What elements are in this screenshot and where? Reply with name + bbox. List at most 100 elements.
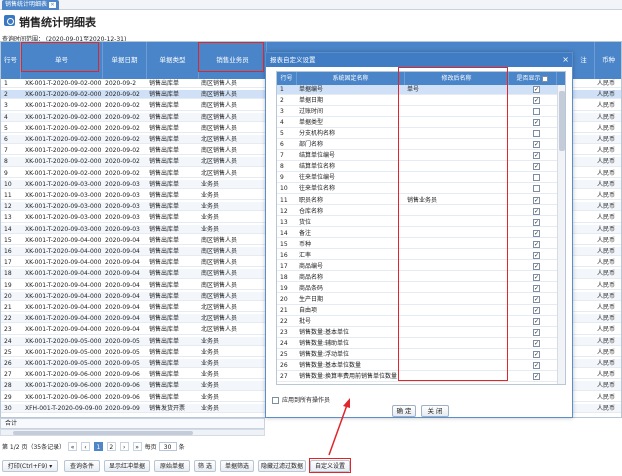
show-checkbox[interactable]: ✓ [533,152,540,160]
show-checkbox[interactable]: ✓ [533,340,540,348]
page-size-input[interactable]: 30 [158,442,177,451]
table-cell-bill-no: XK-001-T-2020-09-06-000 [25,382,102,390]
table-cell-row: 23 [4,326,12,334]
show-checkbox[interactable]: ✓ [533,362,540,370]
table-cell-row: 28 [4,382,12,390]
settings-row-number: 19 [280,284,288,292]
col-currency[interactable]: 币种 [595,42,621,79]
table-cell-row: 11 [4,192,12,199]
table-cell-type: 销售出库单 [149,124,180,132]
bill-filter-button[interactable]: 单据筛选 [220,460,254,472]
show-checkbox[interactable] [533,185,540,193]
show-checkbox[interactable]: ✓ [533,351,540,359]
show-checkbox[interactable]: ✓ [533,273,540,281]
scrollbar-thumb[interactable] [13,431,193,435]
show-checkbox[interactable]: ✓ [533,262,540,270]
show-checkbox[interactable]: ✓ [533,218,540,226]
table-cell-date: 2020-09-05 [105,360,140,367]
table-cell-currency: 人民币 [597,315,616,323]
print-button[interactable]: 打印(Ctrl+F9) ▾ [2,460,58,472]
table-cell-currency: 人民币 [597,236,616,244]
next-page-button[interactable]: › [119,442,129,451]
hide-filtered-button[interactable]: 隐藏过滤过数据 [258,460,306,472]
table-cell-date: 2020-09-04 [105,236,140,244]
table-cell-row: 19 [4,281,12,289]
table-cell-staff: 北区销售人员 [201,315,238,323]
show-checkbox[interactable] [533,174,540,182]
tab-sales-detail[interactable]: 销售统计明细表 ✕ [2,0,60,10]
query-conditions-button[interactable]: 查询条件 [64,460,100,472]
highlight-box [398,67,508,381]
show-checkbox[interactable]: ✓ [533,240,540,248]
settings-row-number: 5 [280,130,284,138]
table-cell-row: 25 [4,348,12,356]
show-checkbox[interactable]: ✓ [533,97,540,105]
show-checkbox[interactable]: ✓ [533,251,540,259]
show-checkbox[interactable]: ✓ [533,229,540,237]
table-cell-staff: 业务员 [201,348,220,356]
page-1-button[interactable]: 1 [93,442,103,451]
horizontal-scrollbar[interactable] [0,429,265,436]
table-cell-bill-no: XK-001-T-2020-09-02-000 [25,113,102,121]
scrollbar-thumb[interactable] [559,91,565,151]
table-cell-staff: 南区销售人员 [201,91,238,99]
table-cell-row: 8 [4,158,8,166]
apply-all-operators[interactable]: 应用到所有操作员 [272,395,330,404]
page-2-button[interactable]: 2 [106,442,116,451]
table-cell-bill-no: XK-001-T-2020-09-03-000 [25,203,102,211]
prev-page-button[interactable]: ‹ [80,442,90,451]
show-checkbox[interactable]: ✓ [533,307,540,314]
table-cell-bill-no: XK-001-T-2020-09-04-000 [25,304,102,311]
table-cell-row: 17 [4,259,12,267]
col-type[interactable]: 单据类型 [147,42,199,79]
close-icon[interactable]: ✕ [49,1,57,8]
table-cell-staff: 业务员 [201,214,220,222]
show-checkbox[interactable]: ✓ [533,141,540,149]
col-row-number[interactable]: 行号 [1,42,21,79]
table-cell-type: 销售出库单 [149,304,180,311]
last-page-button[interactable]: » [132,442,142,451]
col-date[interactable]: 单据日期 [103,42,147,79]
table-cell-currency: 人民币 [597,292,616,300]
table-cell-date: 2020-09-04 [105,326,140,334]
show-checkbox[interactable] [533,130,540,138]
table-cell-bill-no: XK-001-T-2020-09-02-000 [25,102,102,110]
highlight-box [21,42,99,72]
settings-system-name: 销售数量:基本单位 [299,329,350,337]
show-checkbox[interactable]: ✓ [533,329,540,337]
table-cell-currency: 人民币 [597,393,616,401]
apply-all-checkbox[interactable] [272,397,279,404]
table-cell-date: 2020-09-06 [105,393,140,401]
settings-row-number: 11 [280,196,288,204]
show-checkbox[interactable]: ✓ [533,295,540,303]
original-bill-button[interactable]: 原始单据 [154,460,190,472]
table-cell-staff: 南区销售人员 [201,124,238,132]
filter-button[interactable]: 筛 选 [194,460,216,472]
show-red-bills-button[interactable]: 显示红冲单据 [104,460,150,472]
vertical-scrollbar[interactable] [557,85,565,384]
settings-row-number: 22 [280,318,288,326]
col-note[interactable]: 注 [573,42,595,79]
show-checkbox[interactable]: ✓ [533,318,540,326]
close-icon[interactable]: × [562,53,569,67]
show-checkbox[interactable]: ✓ [533,373,540,381]
ok-button[interactable]: 确 定 [392,405,416,417]
show-checkbox[interactable]: ✓ [533,207,540,215]
table-cell-staff: 南区销售人员 [201,147,238,155]
table-cell-bill-no: XK-001-T-2020-09-02-000 [25,169,102,177]
table-cell-date: 2020-09-03 [105,203,140,211]
table-cell-date: 2020-09-05 [105,348,140,356]
table-cell-staff: 南区销售人员 [201,259,238,267]
show-checkbox[interactable]: ✓ [533,163,540,171]
first-page-button[interactable]: « [68,442,78,451]
show-checkbox[interactable] [533,108,540,116]
select-all-checkbox[interactable] [542,75,549,82]
show-checkbox[interactable]: ✓ [533,284,540,292]
show-checkbox[interactable]: ✓ [533,119,540,127]
close-button[interactable]: 关 闭 [421,405,449,417]
table-cell-staff: 业务员 [201,203,220,211]
table-cell-row: 20 [4,292,12,300]
show-checkbox[interactable]: ✓ [533,196,540,204]
show-checkbox[interactable]: ✓ [533,86,540,93]
table-cell-date: 2020-09-09 [105,404,140,412]
